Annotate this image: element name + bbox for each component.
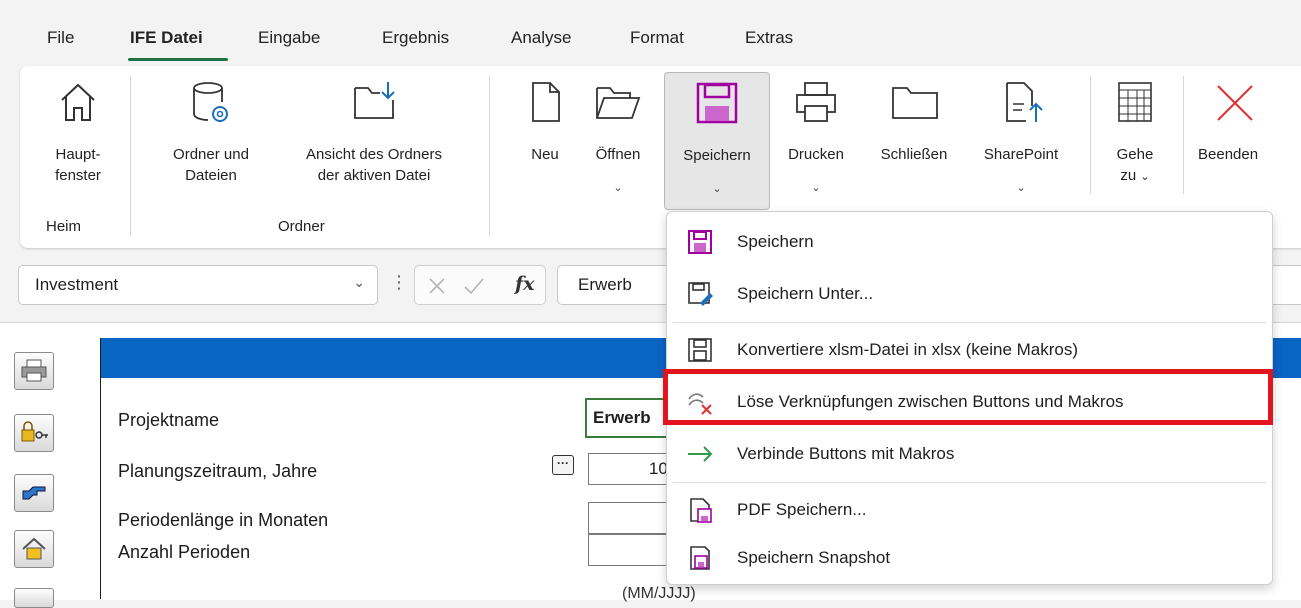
chevron-down-icon[interactable]: ⌄ bbox=[353, 274, 365, 291]
menu-separator bbox=[673, 322, 1266, 323]
upload-document-icon bbox=[1006, 82, 1043, 122]
formula-content: Erwerb bbox=[578, 275, 632, 294]
tab-ergebnis[interactable]: Ergebnis bbox=[382, 28, 449, 48]
name-box-value: Investment bbox=[35, 275, 119, 294]
ordner-label-2: Dateien bbox=[185, 167, 237, 184]
oeffnen-button[interactable]: Öffnen ⌄ bbox=[574, 66, 662, 206]
ansicht-des-ordners-button[interactable]: Ansicht des Ordners der aktiven Datei bbox=[274, 66, 474, 206]
drucken-button[interactable]: Drucken ⌄ bbox=[772, 66, 860, 206]
beenden-button[interactable]: Beenden bbox=[1198, 66, 1288, 206]
pdf-save-icon bbox=[690, 498, 712, 523]
date-format-hint: (MM/JJJJ) bbox=[622, 585, 696, 602]
group-label-ordner: Ordner bbox=[278, 218, 325, 235]
home-sheet-button[interactable] bbox=[14, 530, 54, 568]
group-label-heim: Heim bbox=[46, 218, 82, 235]
database-gear-icon bbox=[193, 82, 228, 122]
protect-sheet-button[interactable] bbox=[14, 414, 54, 452]
neu-button[interactable]: Neu bbox=[518, 66, 572, 206]
sheet-button[interactable] bbox=[14, 588, 54, 608]
enter-check-icon[interactable] bbox=[463, 276, 485, 296]
lock-key-icon bbox=[21, 421, 48, 442]
menu-item-label: Konvertiere xlsm-Datei in xlsx (keine Ma… bbox=[737, 340, 1079, 359]
tab-file[interactable]: File bbox=[47, 28, 74, 48]
gehe-zu-button[interactable]: Gehe zu ⌄ bbox=[1102, 66, 1168, 206]
label-periodenlaenge: Periodenlänge in Monaten bbox=[118, 510, 329, 530]
chevron-down-icon: ⌄ bbox=[811, 182, 821, 194]
print-sheet-button[interactable] bbox=[14, 352, 54, 390]
menu-item-label: Speichern Unter... bbox=[737, 284, 874, 303]
ellipsis-button[interactable]: ··· bbox=[552, 455, 574, 475]
tab-extras[interactable]: Extras bbox=[745, 28, 793, 48]
label-anzahl-perioden: Anzahl Perioden bbox=[118, 542, 251, 562]
insert-function-icon[interactable]: fx bbox=[515, 273, 535, 295]
cancel-icon[interactable] bbox=[427, 276, 447, 296]
printer-icon bbox=[796, 82, 836, 122]
group-separator bbox=[489, 76, 490, 236]
group-separator bbox=[130, 76, 131, 236]
group-separator bbox=[1090, 76, 1091, 194]
open-folder-icon bbox=[596, 87, 641, 119]
snapshot-icon bbox=[690, 546, 710, 570]
name-box[interactable]: Investment ⌄ bbox=[18, 265, 378, 305]
pointing-hand-icon bbox=[22, 486, 46, 500]
speichern-label: Speichern bbox=[683, 147, 751, 164]
sharepoint-button[interactable]: SharePoint ⌄ bbox=[968, 66, 1074, 206]
sharepoint-label: SharePoint bbox=[983, 146, 1059, 163]
tab-analyse[interactable]: Analyse bbox=[511, 28, 571, 48]
new-document-icon bbox=[532, 82, 560, 122]
ribbon-tabs: File IFE Datei Eingabe Ergebnis Analyse … bbox=[0, 0, 1301, 64]
menu-item-label: PDF Speichern... bbox=[737, 500, 867, 519]
tab-ife-datei[interactable]: IFE Datei bbox=[130, 28, 203, 48]
hauptfenster-label-1: Haupt- bbox=[55, 146, 101, 163]
schliessen-button[interactable]: Schließen bbox=[864, 66, 964, 206]
save-floppy-icon bbox=[696, 82, 738, 124]
home-icon bbox=[22, 537, 46, 560]
menu-separator bbox=[673, 482, 1266, 483]
menu-item-speichern[interactable]: Speichern bbox=[667, 216, 1272, 268]
schliessen-label: Schließen bbox=[880, 146, 948, 163]
chevron-down-icon: ⌄ bbox=[613, 182, 623, 194]
group-separator bbox=[1183, 76, 1184, 194]
menu-item-label: Speichern Snapshot bbox=[737, 548, 891, 567]
tab-eingabe[interactable]: Eingabe bbox=[258, 28, 320, 48]
highlight-frame bbox=[663, 369, 1273, 425]
hauptfenster-label-2: fenster bbox=[55, 167, 101, 184]
close-x-icon bbox=[1217, 85, 1253, 121]
menu-item-label: Speichern bbox=[737, 232, 814, 251]
home-icon bbox=[61, 83, 95, 121]
gehe-label-2: zu ⌄ bbox=[1120, 167, 1150, 184]
gehe-label-1: Gehe bbox=[1116, 146, 1154, 163]
label-planungszeitraum: Planungszeitraum, Jahre bbox=[118, 461, 318, 481]
menu-item-verbinde-buttons[interactable]: Verbinde Buttons mit Makros bbox=[667, 428, 1272, 480]
menu-item-label: Verbinde Buttons mit Makros bbox=[737, 444, 955, 463]
chevron-down-icon: ⌄ bbox=[712, 183, 722, 195]
tab-format[interactable]: Format bbox=[630, 28, 684, 48]
ansicht-label-1: Ansicht des Ordners bbox=[306, 146, 442, 163]
label-projektname: Projektname bbox=[118, 410, 220, 430]
save-icon bbox=[688, 230, 712, 254]
menu-item-pdf-speichern[interactable]: PDF Speichern... bbox=[667, 484, 1272, 536]
closed-folder-icon bbox=[892, 87, 938, 119]
printer-icon bbox=[21, 359, 47, 382]
convert-icon bbox=[688, 338, 712, 362]
menu-item-speichern-unter[interactable]: Speichern Unter... bbox=[667, 268, 1272, 320]
menu-item-speichern-snapshot[interactable]: Speichern Snapshot bbox=[667, 532, 1272, 584]
oeffnen-label: Öffnen bbox=[595, 146, 641, 163]
link-arrow-icon bbox=[688, 446, 713, 462]
speichern-button[interactable]: Speichern ⌄ bbox=[664, 72, 770, 210]
formula-bar-grip-icon: ⋮ bbox=[390, 272, 408, 292]
chevron-down-icon: ⌄ bbox=[1016, 182, 1026, 194]
drucken-label: Drucken bbox=[788, 146, 844, 163]
ordner-und-dateien-button[interactable]: Ordner und Dateien bbox=[154, 66, 268, 206]
ordner-label-1: Ordner und bbox=[173, 146, 249, 163]
sheet-grid-icon bbox=[1118, 82, 1152, 122]
save-as-icon bbox=[688, 282, 713, 306]
active-tab-indicator bbox=[128, 58, 228, 61]
neu-label: Neu bbox=[531, 146, 559, 163]
ansicht-label-2: der aktiven Datei bbox=[317, 167, 431, 184]
beenden-label: Beenden bbox=[1198, 146, 1259, 163]
folder-down-arrow-icon bbox=[354, 82, 395, 119]
hauptfenster-button[interactable]: Haupt-fenster bbox=[40, 66, 116, 206]
navigate-sheet-button[interactable] bbox=[14, 474, 54, 512]
